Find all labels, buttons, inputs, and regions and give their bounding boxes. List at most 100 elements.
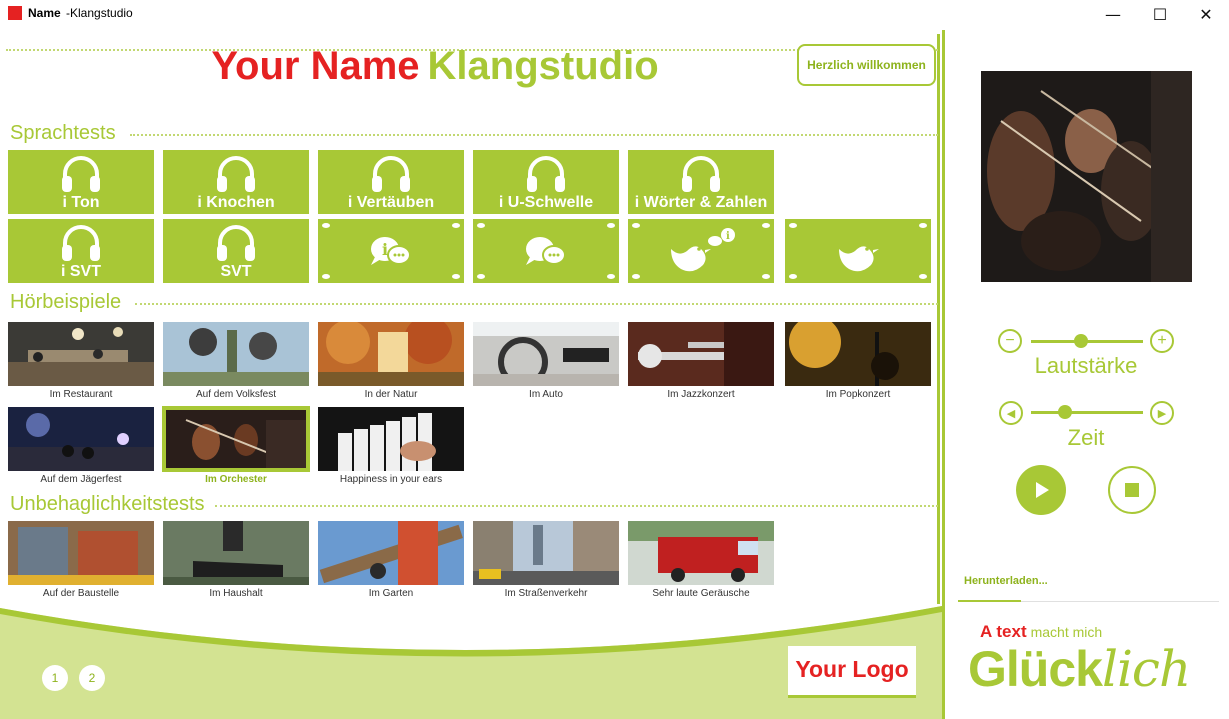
sound-volksfest[interactable]: Auf dem Volksfest bbox=[163, 322, 309, 400]
sound-auto[interactable]: Im Auto bbox=[473, 322, 619, 400]
promo-red: A text bbox=[980, 622, 1027, 641]
window-title-name: Name bbox=[28, 6, 61, 20]
strassenverkehr-image bbox=[473, 521, 619, 585]
thumb-caption: Auf dem Volksfest bbox=[195, 389, 277, 400]
play-button[interactable] bbox=[1016, 465, 1066, 515]
download-progress-track bbox=[1020, 601, 1219, 602]
section-divider bbox=[135, 303, 938, 305]
app-icon bbox=[8, 6, 22, 20]
tile-ton[interactable]: i Ton bbox=[8, 150, 154, 214]
tile-chat[interactable] bbox=[473, 219, 619, 283]
chat-icon bbox=[526, 237, 566, 265]
page-button-1[interactable]: 1 bbox=[42, 665, 68, 691]
volume-up-button[interactable]: + bbox=[1150, 329, 1174, 353]
tile-woerter-zahlen[interactable]: i Wörter & Zahlen bbox=[628, 150, 774, 214]
app-title: Your Name Klangstudio bbox=[0, 44, 870, 89]
sound-jazzkonzert[interactable]: Im Jazzkonzert bbox=[628, 322, 774, 400]
tile-u-schwelle[interactable]: i U-Schwelle bbox=[473, 150, 619, 214]
time-slider-knob[interactable] bbox=[1057, 405, 1072, 419]
seek-forward-button[interactable]: ▶ bbox=[1150, 401, 1174, 425]
tile-knochen[interactable]: i Knochen bbox=[163, 150, 309, 214]
download-link[interactable]: Herunterladen... bbox=[964, 575, 1048, 587]
promo-line2: Glücklich bbox=[968, 640, 1191, 698]
headphones-icon bbox=[62, 225, 100, 261]
promo-line1: A text macht mich bbox=[980, 622, 1102, 642]
time-label: Zeit bbox=[1067, 425, 1105, 450]
logo: Your Logo bbox=[795, 656, 909, 682]
tile-label: i Wörter & Zahlen bbox=[634, 194, 768, 211]
section-divider bbox=[215, 505, 938, 507]
sound-natur[interactable]: In der Natur bbox=[318, 322, 464, 400]
promo-main: Glück bbox=[968, 641, 1103, 697]
thumb-caption: Im Auto bbox=[529, 389, 563, 400]
bird-info-icon: i bbox=[671, 228, 735, 272]
headphones-icon bbox=[217, 225, 255, 261]
auto-image bbox=[473, 322, 619, 386]
jaegerfest-image bbox=[8, 407, 154, 471]
bird-icon bbox=[839, 246, 879, 272]
tile-label: i Ton bbox=[62, 194, 100, 211]
section-title-unbehaglichkeit: Unbehaglichkeitstests bbox=[10, 493, 211, 516]
tile-i-svt[interactable]: i SVT bbox=[8, 219, 154, 283]
minimize-button[interactable]: — bbox=[1090, 0, 1136, 28]
page-button-2[interactable]: 2 bbox=[79, 665, 105, 691]
piano-image bbox=[318, 407, 464, 471]
play-icon bbox=[1036, 482, 1049, 498]
tile-label: i Vertäuben bbox=[347, 194, 435, 211]
sound-happiness[interactable]: Happiness in your ears bbox=[318, 407, 464, 485]
section-title-sprachtests: Sprachtests bbox=[10, 122, 122, 145]
section-title-hoerbeispiele: Hörbeispiele bbox=[10, 291, 128, 314]
firetruck-image bbox=[628, 521, 774, 585]
headphones-icon bbox=[527, 156, 565, 192]
stop-button[interactable] bbox=[1108, 466, 1156, 514]
time-slider[interactable] bbox=[1031, 411, 1143, 414]
thumb-caption: Im Jazzkonzert bbox=[667, 389, 735, 400]
tile-label: i U-Schwelle bbox=[498, 194, 594, 211]
volksfest-image bbox=[163, 322, 309, 386]
thumb-caption: In der Natur bbox=[364, 389, 418, 400]
download-progress-bar bbox=[958, 600, 1021, 602]
tile-bird[interactable] bbox=[785, 219, 931, 283]
tile-vertaeuben[interactable]: i Vertäuben bbox=[318, 150, 464, 214]
jazzkonzert-image bbox=[628, 322, 774, 386]
chat-info-icon: i bbox=[371, 237, 411, 265]
headphones-icon bbox=[62, 156, 100, 192]
orchester-image bbox=[162, 406, 310, 472]
thumb-caption: Im Popkonzert bbox=[825, 389, 891, 400]
headphones-icon bbox=[217, 156, 255, 192]
natur-image bbox=[318, 322, 464, 386]
stop-icon bbox=[1125, 483, 1139, 497]
sound-popkonzert[interactable]: Im Popkonzert bbox=[785, 322, 931, 400]
svg-text:i: i bbox=[726, 231, 730, 242]
seek-back-button[interactable]: ◀ bbox=[999, 401, 1023, 425]
promo-italic: lich bbox=[1101, 640, 1191, 698]
close-button[interactable]: ✕ bbox=[1183, 0, 1229, 28]
restaurant-image bbox=[8, 322, 154, 386]
logo-box: Your Logo bbox=[788, 646, 916, 698]
welcome-button[interactable]: Herzlich willkommen bbox=[797, 44, 936, 86]
garten-image bbox=[318, 521, 464, 585]
title-name: Your Name bbox=[211, 44, 420, 88]
tile-bird-info[interactable]: i bbox=[628, 219, 774, 283]
tile-label: i SVT bbox=[60, 263, 101, 280]
thumb-caption: Happiness in your ears bbox=[339, 474, 443, 485]
tile-chat-info[interactable]: i bbox=[318, 219, 464, 283]
sound-jaegerfest[interactable]: Auf dem Jägerfest bbox=[8, 407, 154, 485]
maximize-button[interactable]: ☐ bbox=[1137, 0, 1183, 28]
headphones-icon bbox=[682, 156, 720, 192]
popkonzert-image bbox=[785, 322, 931, 386]
thumb-caption: Im Orchester bbox=[205, 474, 267, 485]
thumb-caption: Im Restaurant bbox=[49, 389, 113, 400]
now-playing-image bbox=[981, 71, 1192, 282]
promo-green: macht mich bbox=[1030, 624, 1103, 640]
main-frame bbox=[3, 34, 940, 604]
sound-restaurant[interactable]: Im Restaurant bbox=[8, 322, 154, 400]
haushalt-image bbox=[163, 521, 309, 585]
headphones-icon bbox=[372, 156, 410, 192]
tile-svt[interactable]: SVT bbox=[163, 219, 309, 283]
baustelle-image bbox=[8, 521, 154, 585]
volume-down-button[interactable]: − bbox=[998, 329, 1022, 353]
sound-orchester[interactable]: Im Orchester bbox=[162, 406, 310, 485]
section-divider bbox=[130, 134, 938, 136]
tile-label: SVT bbox=[220, 263, 252, 280]
